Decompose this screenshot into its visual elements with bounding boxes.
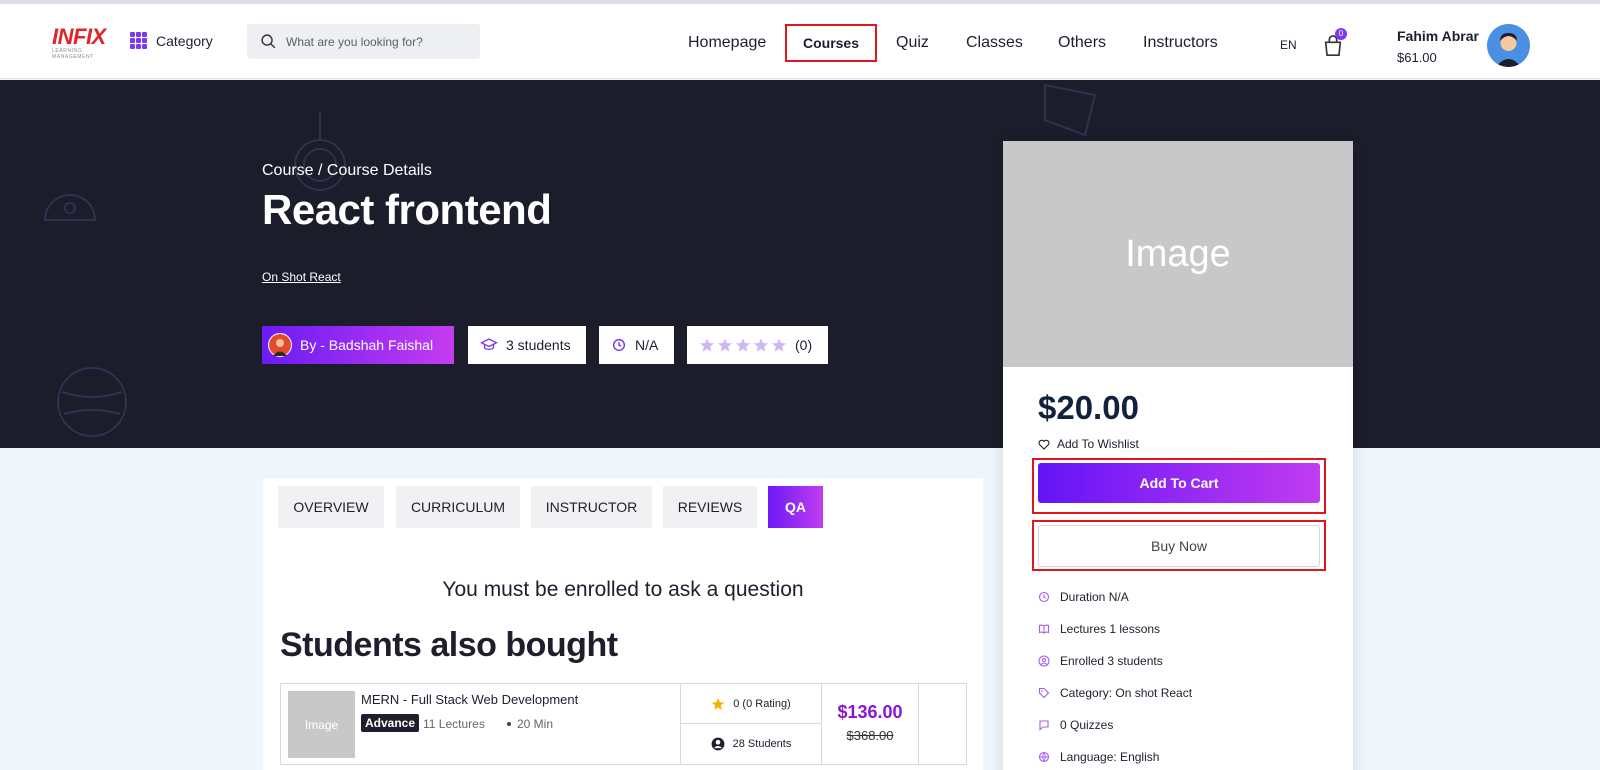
students-count: 3 students [506, 337, 571, 353]
user-circle-icon [711, 737, 725, 751]
category-label: Category [156, 32, 213, 49]
course-title: React frontend [262, 186, 552, 233]
nav-instructors[interactable]: Instructors [1143, 26, 1218, 60]
column-divider [918, 684, 919, 764]
related-course-title[interactable]: MERN - Full Stack Web Development [361, 692, 578, 707]
meta-duration: Duration N/A [1038, 590, 1129, 604]
course-thumbnail: Image [1003, 141, 1353, 367]
tab-instructor[interactable]: INSTRUCTOR [531, 486, 652, 528]
meta-lectures: Lectures 1 lessons [1038, 622, 1160, 636]
nav-others[interactable]: Others [1058, 26, 1106, 60]
wishlist-label: Add To Wishlist [1057, 437, 1139, 451]
search-icon [261, 34, 276, 49]
cart-count-badge: 0 [1335, 28, 1347, 40]
meta-language: Language: English [1038, 750, 1159, 764]
ruler-decoration-icon [43, 194, 97, 221]
duration-badge: N/A [599, 326, 674, 364]
meta-enrolled: Enrolled 3 students [1038, 654, 1163, 668]
book-icon [1038, 624, 1050, 634]
meta-enrolled-text: Enrolled 3 students [1060, 654, 1163, 668]
course-category-link[interactable]: On Shot React [262, 270, 341, 284]
meta-language-text: Language: English [1060, 750, 1160, 764]
column-divider [821, 684, 822, 764]
related-course-students-text: 28 Students [732, 738, 792, 750]
related-course-duration: 20 Min [517, 717, 554, 731]
nav-homepage[interactable]: Homepage [688, 26, 766, 60]
add-to-cart-button[interactable]: Add To Cart [1038, 463, 1320, 503]
instructor-name: By - Badshah Faishal [300, 337, 434, 353]
meta-quizzes: 0 Quizzes [1038, 718, 1113, 732]
related-course-image: Image [288, 691, 355, 758]
course-price: $20.00 [1038, 389, 1139, 426]
quiz-icon [1039, 720, 1049, 731]
user-balance: $61.00 [1397, 50, 1437, 65]
course-hero: Course / Course Details React frontend O… [0, 80, 1600, 448]
meta-quizzes-text: 0 Quizzes [1060, 718, 1114, 732]
category-menu[interactable]: Category [130, 32, 213, 49]
instructor-avatar [268, 333, 292, 357]
related-course-rating-text: 0 (0 Rating) [733, 697, 791, 710]
tag-icon [1038, 687, 1050, 699]
rating-count: (0) [795, 337, 813, 353]
site-header: INFIX LEARNING MANAGEMENT Category Homep… [0, 4, 1600, 79]
tab-overview[interactable]: OVERVIEW [278, 486, 384, 528]
nav-quiz[interactable]: Quiz [896, 26, 929, 60]
star-icon [754, 338, 768, 352]
clock-icon [1038, 591, 1050, 603]
user-name[interactable]: Fahim Abrar [1397, 28, 1479, 44]
star-icon [736, 338, 750, 352]
book-decoration-icon [1044, 83, 1097, 137]
search-bar [247, 24, 480, 59]
tab-curriculum[interactable]: CURRICULUM [396, 486, 520, 528]
course-tabs-panel: OVERVIEW CURRICULUM INSTRUCTOR REVIEWS Q… [263, 478, 983, 770]
nav-classes[interactable]: Classes [966, 26, 1023, 60]
students-badge: 3 students [468, 326, 586, 364]
related-course-lectures: 11 Lectures [423, 717, 485, 731]
buy-now-button[interactable]: Buy Now [1038, 525, 1320, 567]
purchase-card: Image $20.00 Add To Wishlist Add To Cart… [1003, 141, 1353, 770]
meta-duration-text: Duration N/A [1060, 590, 1129, 604]
related-course-old-price: $368.00 [846, 728, 894, 743]
rating-stars [699, 337, 787, 353]
tab-reviews[interactable]: REVIEWS [663, 486, 757, 528]
related-course-students: 28 Students [681, 724, 821, 764]
globe-icon [1038, 751, 1050, 763]
rating-badge: (0) [687, 326, 828, 364]
star-icon [700, 338, 714, 352]
star-icon [712, 697, 725, 710]
nav-courses[interactable]: Courses [785, 24, 877, 62]
qa-enroll-notice: You must be enrolled to ask a question [442, 578, 804, 601]
heart-icon [1038, 439, 1050, 450]
tab-qa[interactable]: QA [768, 486, 823, 528]
instructor-badge[interactable]: By - Badshah Faishal [262, 326, 454, 364]
also-bought-heading: Students also bought [280, 626, 618, 664]
grid-icon [130, 32, 147, 49]
history-icon [612, 338, 626, 352]
add-to-wishlist-link[interactable]: Add To Wishlist [1038, 437, 1139, 451]
related-course-rating: 0 (0 Rating) [681, 684, 821, 724]
user-avatar[interactable] [1487, 24, 1530, 67]
meta-lectures-text: Lectures 1 lessons [1060, 622, 1161, 636]
logo[interactable]: INFIX LEARNING MANAGEMENT [52, 24, 118, 61]
related-course-row[interactable]: Image MERN - Full Stack Web Development … [280, 683, 967, 765]
star-icon [718, 338, 732, 352]
language-selector[interactable]: EN [1280, 38, 1297, 52]
duration-value: N/A [635, 337, 659, 353]
meta-category-text: Category: On shot React [1060, 686, 1193, 700]
graduation-cap-icon [480, 338, 498, 351]
star-icon [772, 338, 786, 352]
related-course-price: $136.00 [837, 702, 903, 722]
separator-dot [507, 722, 511, 726]
user-icon [1038, 655, 1050, 667]
meta-category: Category: On shot React [1038, 686, 1192, 700]
level-badge: Advance [361, 714, 420, 732]
breadcrumb: Course / Course Details [262, 162, 432, 179]
search-input[interactable] [286, 34, 466, 49]
logo-subtitle: LEARNING MANAGEMENT [52, 48, 94, 60]
globe-decoration-icon [57, 367, 127, 437]
logo-text: INFIX [52, 24, 106, 49]
